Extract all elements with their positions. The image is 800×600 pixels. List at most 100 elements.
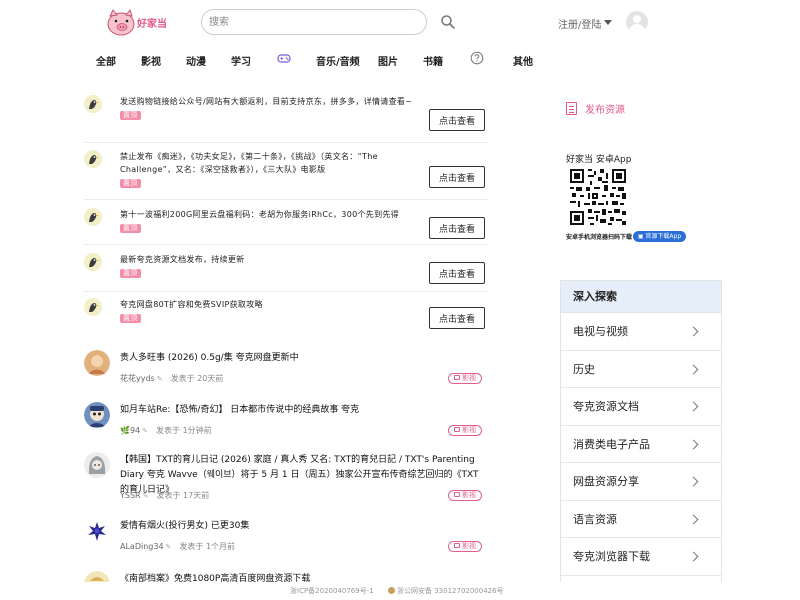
nav-item-anime[interactable]: 动漫 bbox=[186, 53, 206, 68]
qr-caption: 安卓手机浏览器扫码下载 bbox=[566, 234, 633, 241]
announcement-item[interactable]: 夸克网盘80T扩容和免费SVIP获取攻略 置顶 点击查看 bbox=[84, 298, 488, 338]
pig-logo-icon bbox=[107, 8, 135, 36]
announcement-text: 第十一波福利200G阿里云盘福利码：老胡为你服务iRhCc，300个先到先得 置… bbox=[120, 210, 399, 233]
quill-icon: ✎ bbox=[142, 492, 149, 500]
post-item[interactable]: 爱情有烟火(投行男女) 已更30集 ALaDing34 ✎ 发表于 1个月前 影视 bbox=[84, 518, 488, 558]
search-input[interactable] bbox=[202, 10, 402, 35]
page: 好家当 注册/登陆 全部 影视 动漫 学习 音乐/音频 图片 书籍 其他 bbox=[0, 0, 800, 600]
chevron-right-icon bbox=[688, 514, 699, 524]
category-badge[interactable]: 影视 bbox=[448, 425, 482, 436]
nav-item-film[interactable]: 影视 bbox=[141, 53, 161, 68]
announcement-item[interactable]: 禁止发布《痴迷》，《功夫女足》，《第二十条》，《挑战》（英文名：“The Cha… bbox=[84, 150, 488, 200]
tv-icon bbox=[454, 492, 460, 497]
avatar[interactable] bbox=[84, 350, 110, 376]
post-meta: YSSR ✎ 发表于 17天前 bbox=[120, 490, 209, 501]
post-time: 发表于 20天前 bbox=[170, 374, 224, 383]
tv-icon bbox=[454, 427, 460, 432]
explore-item[interactable]: 夸克浏览器下载 bbox=[561, 538, 721, 576]
announcement-text: 禁止发布《痴迷》，《功夫女足》，《第二十条》，《挑战》（英文名：“The Cha… bbox=[120, 152, 378, 188]
pinned-badge: 置顶 bbox=[120, 224, 141, 233]
login-link[interactable]: 注册/登陆 bbox=[558, 16, 601, 31]
chevron-right-icon bbox=[688, 326, 699, 337]
search-box bbox=[201, 9, 427, 35]
explore-item[interactable]: 语言资源 bbox=[561, 501, 721, 538]
quill-icon: ✎ bbox=[142, 427, 149, 435]
post-item[interactable]: 如月车站Re:【恐怖/奇幻】 日本都市传说中的经典故事 夸克 🌿94 ✎ 发表于 1… bbox=[84, 402, 488, 442]
post-meta: 🌿94 ✎ 发表于 1分钟前 bbox=[120, 426, 212, 435]
post-title[interactable]: 贵人多旺事 (2026) 0.5g/集 夸克网盘更新中 bbox=[120, 351, 484, 366]
icp-link[interactable]: 浙ICP备2020040769号-1 bbox=[290, 586, 374, 596]
post-meta: ALaDing34 ✎ 发表于 1个月前 bbox=[120, 541, 235, 552]
nav-item-other[interactable]: 其他 bbox=[513, 53, 533, 68]
view-button[interactable]: 点击查看 bbox=[429, 307, 485, 329]
announcement-item[interactable]: 发送购物链接给公众号/网站有大额返利，目前支持京东，拼多多，详情请查看~ 置顶 … bbox=[84, 95, 488, 143]
logo-text: 好家当 bbox=[137, 19, 167, 30]
post-author[interactable]: YSSR bbox=[120, 491, 141, 500]
pinned-badge: 置顶 bbox=[120, 111, 141, 120]
chevron-right-icon bbox=[688, 439, 699, 449]
help-icon[interactable] bbox=[470, 51, 484, 65]
chevron-right-icon bbox=[688, 401, 699, 412]
avatar[interactable] bbox=[84, 402, 110, 428]
beian-link[interactable]: 浙公网安备 33012702000426号 bbox=[388, 586, 504, 596]
app-title: 好家当 安卓App bbox=[566, 155, 632, 165]
post-time: 发表于 1个月前 bbox=[179, 542, 236, 551]
category-badge[interactable]: 影视 bbox=[448, 541, 482, 552]
bird-avatar-icon bbox=[84, 208, 102, 226]
pinned-badge: 置顶 bbox=[120, 179, 141, 188]
publish-resource-link[interactable]: 发布资源 bbox=[566, 101, 625, 116]
nav-item-study[interactable]: 学习 bbox=[231, 53, 251, 68]
quill-icon: ✎ bbox=[165, 543, 172, 551]
explore-item[interactable]: 电视与视频 bbox=[561, 313, 721, 351]
bird-avatar-icon bbox=[84, 150, 102, 168]
explore-title: 深入探索 bbox=[561, 281, 721, 313]
explore-item[interactable]: 网盘资源分享 bbox=[561, 463, 721, 501]
search-icon[interactable] bbox=[440, 14, 456, 30]
tv-icon bbox=[454, 375, 460, 380]
view-button[interactable]: 点击查看 bbox=[429, 217, 485, 239]
post-author[interactable]: ALaDing34 bbox=[120, 542, 164, 551]
view-button[interactable]: 点击查看 bbox=[429, 109, 485, 131]
chevron-right-icon bbox=[688, 476, 699, 487]
post-item[interactable]: 贵人多旺事 (2026) 0.5g/集 夸克网盘更新中 花花yyds ✎ 发表于 2… bbox=[84, 350, 488, 390]
bird-avatar-icon bbox=[84, 253, 102, 271]
download-app-button[interactable]: ▣ 官源下载App bbox=[633, 231, 686, 242]
announcement-text: 发送购物链接给公众号/网站有大额返利，目前支持京东，拼多多，详情请查看~ 置顶 bbox=[120, 97, 413, 120]
post-meta: 花花yyds ✎ 发表于 20天前 bbox=[120, 373, 223, 384]
announcement-item[interactable]: 第十一波福利200G阿里云盘福利码：老胡为你服务iRhCc，300个先到先得 置… bbox=[84, 208, 488, 245]
nav-item-images[interactable]: 图片 bbox=[378, 53, 398, 68]
post-author[interactable]: 94 bbox=[130, 426, 140, 435]
chevron-right-icon bbox=[688, 551, 699, 562]
nav-item-all[interactable]: 全部 bbox=[96, 53, 116, 68]
post-item[interactable]: 【韩国】TXT的育儿日记 (2026) 家庭 / 真人秀 又名: TXT的育兒日… bbox=[84, 452, 488, 510]
qr-code-icon bbox=[570, 169, 626, 225]
explore-item[interactable]: 消费类电子产品 bbox=[561, 426, 721, 463]
bird-avatar-icon bbox=[84, 95, 102, 113]
pinned-badge: 置顶 bbox=[120, 269, 141, 278]
pinned-badge: 置顶 bbox=[120, 314, 141, 323]
gamepad-icon[interactable] bbox=[277, 51, 291, 65]
chevron-down-icon[interactable] bbox=[604, 20, 612, 25]
post-time: 发表于 1分钟前 bbox=[156, 426, 212, 435]
avatar[interactable] bbox=[84, 452, 110, 478]
footer: 浙ICP备2020040769号-1 浙公网安备 33012702000426号 bbox=[0, 582, 800, 600]
announcement-text: 最新夸克资源文档发布，持续更新 置顶 bbox=[120, 255, 245, 278]
user-avatar[interactable] bbox=[626, 11, 648, 33]
post-title[interactable]: 如月车站Re:【恐怖/奇幻】 日本都市传说中的经典故事 夸克 bbox=[120, 403, 484, 418]
post-author[interactable]: 花花yyds bbox=[120, 374, 155, 383]
explore-item[interactable]: 夸克资源文档 bbox=[561, 388, 721, 426]
explore-item[interactable]: 历史 bbox=[561, 351, 721, 388]
category-nav: 全部 影视 动漫 学习 音乐/音频 图片 书籍 其他 bbox=[0, 51, 800, 68]
nav-item-music[interactable]: 音乐/音频 bbox=[316, 53, 360, 68]
category-badge[interactable]: 影视 bbox=[448, 490, 482, 501]
category-badge[interactable]: 影视 bbox=[448, 373, 482, 384]
announcement-text: 夸克网盘80T扩容和免费SVIP获取攻略 置顶 bbox=[120, 300, 263, 323]
post-title[interactable]: 爱情有烟火(投行男女) 已更30集 bbox=[120, 519, 484, 534]
avatar[interactable] bbox=[84, 518, 110, 544]
police-badge-icon bbox=[388, 587, 395, 594]
nav-item-books[interactable]: 书籍 bbox=[423, 53, 443, 68]
view-button[interactable]: 点击查看 bbox=[429, 166, 485, 188]
announcement-item[interactable]: 最新夸克资源文档发布，持续更新 置顶 点击查看 bbox=[84, 253, 488, 292]
view-button[interactable]: 点击查看 bbox=[429, 262, 485, 284]
document-icon bbox=[566, 102, 577, 115]
